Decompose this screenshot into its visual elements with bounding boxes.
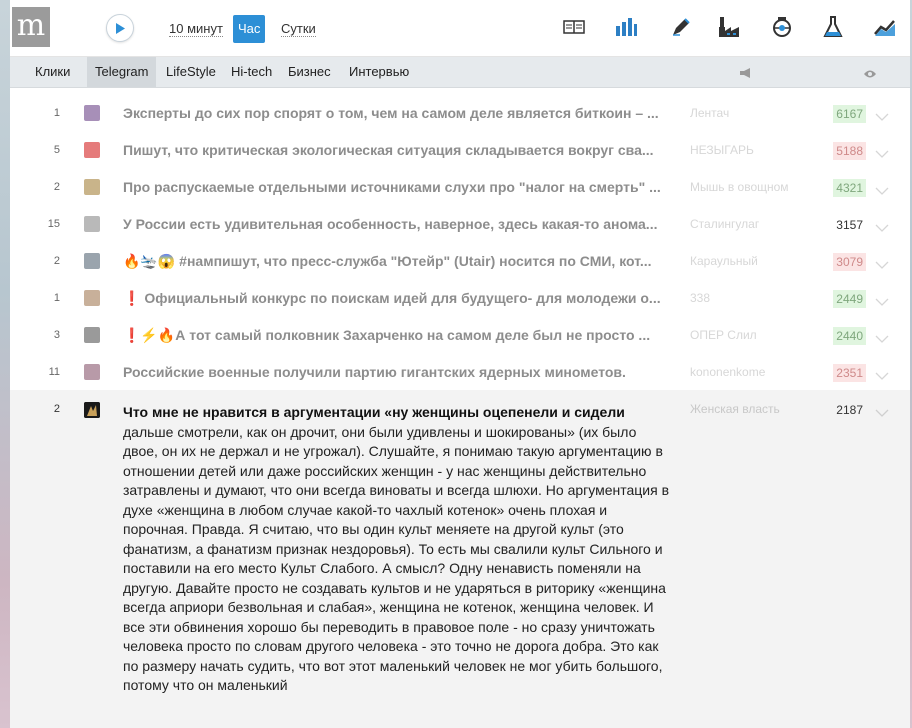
view-count: 2351: [833, 364, 866, 382]
view-count: 4321: [833, 179, 866, 197]
category-tabs: Клики Telegram LifeStyle Hi-tech Бизнес …: [10, 57, 910, 88]
chevron-down-icon[interactable]: [875, 108, 889, 126]
period-hour[interactable]: Час: [233, 15, 266, 43]
list-item[interactable]: 1 ❗ Официальный конкурс по поискам идей д…: [10, 280, 910, 317]
rank-number: 15: [47, 218, 60, 230]
period-10-min[interactable]: 10 минут: [164, 15, 228, 43]
logo[interactable]: m: [12, 7, 50, 47]
chevron-down-icon[interactable]: [875, 330, 889, 348]
period-day[interactable]: Сутки: [276, 15, 321, 43]
channel-avatar: [84, 142, 100, 158]
channel-name[interactable]: НЕЗЫГАРЬ: [690, 143, 754, 157]
view-count: 2440: [833, 327, 866, 345]
flask-icon[interactable]: [820, 14, 846, 40]
factory-icon[interactable]: [716, 14, 742, 40]
view-count: 3079: [833, 253, 866, 271]
columns-icon[interactable]: [561, 14, 587, 40]
expanded-row[interactable]: 2 Что мне не нравится в аргументации «ну…: [10, 390, 910, 728]
period-label: Сутки: [281, 21, 316, 37]
megaphone-icon[interactable]: [739, 66, 753, 84]
chevron-up-icon[interactable]: [875, 404, 889, 422]
chevron-down-icon[interactable]: [875, 367, 889, 385]
view-count: 3157: [836, 218, 863, 232]
rank-number: 2: [53, 255, 60, 267]
rank-number: 1: [53, 292, 60, 304]
chevron-down-icon[interactable]: [875, 219, 889, 237]
channel-avatar: [84, 402, 100, 418]
post-title[interactable]: ❗⚡🔥А тот самый полковник Захарченко на с…: [123, 327, 669, 344]
rank-number: 3: [53, 329, 60, 341]
app-window: m 10 минут Час Сутки Клики Telegram Life…: [10, 0, 910, 728]
play-icon: [116, 22, 125, 34]
post-body: дальше смотрели, как он дрочит, они были…: [123, 423, 670, 694]
channel-avatar: [84, 327, 100, 343]
channel-name[interactable]: ОПЕР Слил: [690, 328, 757, 342]
post-full-text: Что мне не нравится в аргументации «ну ж…: [123, 403, 671, 696]
channel-avatar: [84, 290, 100, 306]
post-title[interactable]: 🔥🛬😱 #нампишут, что пресс-служба "Ютейр" …: [123, 253, 669, 270]
list-item[interactable]: 5 Пишут, что критическая экологическая си…: [10, 132, 910, 169]
channel-name[interactable]: Сталингулаг: [690, 217, 759, 231]
view-count: 2449: [833, 290, 866, 308]
trend-icon[interactable]: [872, 14, 898, 40]
channel-name[interactable]: kononenkome: [690, 365, 765, 379]
tab-business[interactable]: Бизнес: [288, 57, 331, 87]
eye-icon[interactable]: [863, 66, 877, 84]
channel-avatar: [84, 179, 100, 195]
post-title[interactable]: Эксперты до сих пор спорят о том, чем на…: [123, 105, 669, 121]
channel-name[interactable]: Женская власть: [690, 402, 780, 416]
list-item[interactable]: 15 У России есть удивительная особенность…: [10, 206, 910, 243]
tab-hi-tech[interactable]: Hi-tech: [231, 57, 272, 87]
chevron-down-icon[interactable]: [875, 182, 889, 200]
list-item[interactable]: 3 ❗⚡🔥А тот самый полковник Захарченко на …: [10, 317, 910, 354]
list-item[interactable]: 1 Эксперты до сих пор спорят о том, чем н…: [10, 95, 910, 132]
post-title: Что мне не нравится в аргументации «ну ж…: [123, 404, 625, 420]
channel-name[interactable]: 338: [690, 291, 710, 305]
channel-avatar: [84, 364, 100, 380]
post-title[interactable]: У России есть удивительная особенность, …: [123, 216, 669, 232]
tab-lifestyle[interactable]: LifeStyle: [166, 57, 216, 87]
channel-avatar: [84, 253, 100, 269]
top-bar: m 10 минут Час Сутки: [10, 0, 910, 57]
post-title[interactable]: Про распускаемые отдельными источниками …: [123, 179, 669, 195]
post-title[interactable]: Пишут, что критическая экологическая сит…: [123, 142, 669, 158]
rank-number: 2: [53, 181, 60, 193]
chevron-down-icon[interactable]: [875, 293, 889, 311]
rank-number: 11: [48, 366, 60, 378]
post-title[interactable]: Российские военные получили партию гиган…: [123, 364, 669, 380]
rank-number: 2: [53, 403, 60, 415]
bar-chart-icon[interactable]: [613, 14, 639, 40]
period-label: 10 минут: [169, 21, 223, 37]
sport-icon[interactable]: [769, 14, 795, 40]
pen-icon[interactable]: [668, 14, 694, 40]
channel-name[interactable]: Мышь в овощном: [690, 180, 789, 194]
tab-interview[interactable]: Интервью: [349, 57, 409, 87]
tab-telegram[interactable]: Telegram: [87, 57, 157, 87]
chevron-down-icon[interactable]: [875, 145, 889, 163]
view-count: 2187: [836, 403, 863, 417]
channel-name[interactable]: Лентач: [690, 106, 729, 120]
list-item[interactable]: 2 Про распускаемые отдельными источниками…: [10, 169, 910, 206]
list-item[interactable]: 11 Российские военные получили партию гиг…: [10, 354, 910, 391]
channel-name[interactable]: Караульный: [690, 254, 758, 268]
channel-avatar: [84, 105, 100, 121]
rank-number: 5: [53, 144, 60, 156]
channel-avatar: [84, 216, 100, 232]
chevron-down-icon[interactable]: [875, 256, 889, 274]
tab-clicks[interactable]: Клики: [35, 57, 70, 87]
post-title[interactable]: ❗ Официальный конкурс по поискам идей дл…: [123, 290, 669, 307]
view-count: 6167: [833, 105, 866, 123]
list-item[interactable]: 2 🔥🛬😱 #нампишут, что пресс-служба "Ютейр"…: [10, 243, 910, 280]
view-count: 5188: [833, 142, 866, 160]
play-button[interactable]: [106, 14, 134, 42]
rank-number: 1: [53, 107, 60, 119]
